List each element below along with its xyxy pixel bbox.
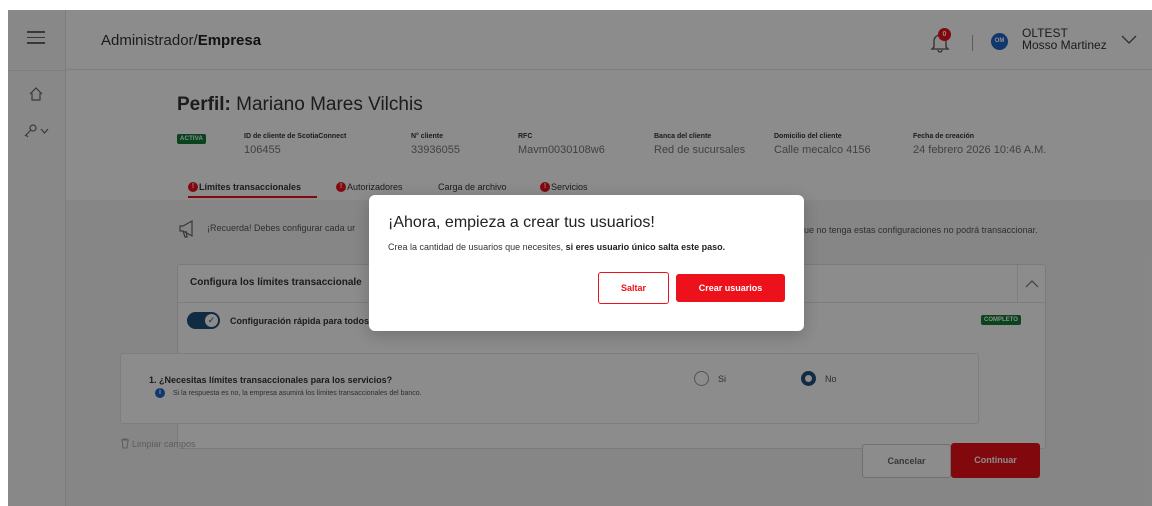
modal-text-plain: Crea la cantidad de usuarios que necesit… (388, 242, 566, 252)
modal-text-bold: si eres usuario único salta este paso. (565, 242, 726, 252)
modal-text: Crea la cantidad de usuarios que necesit… (388, 242, 725, 252)
create-users-button[interactable]: Crear usuarios (676, 274, 785, 302)
page-top-margin (0, 0, 1152, 10)
create-users-modal: ¡Ahora, empieza a crear tus usuarios! Cr… (369, 195, 804, 331)
modal-title: ¡Ahora, empieza a crear tus usuarios! (388, 214, 655, 231)
page-left-margin (0, 0, 8, 506)
skip-button[interactable]: Saltar (598, 272, 669, 304)
